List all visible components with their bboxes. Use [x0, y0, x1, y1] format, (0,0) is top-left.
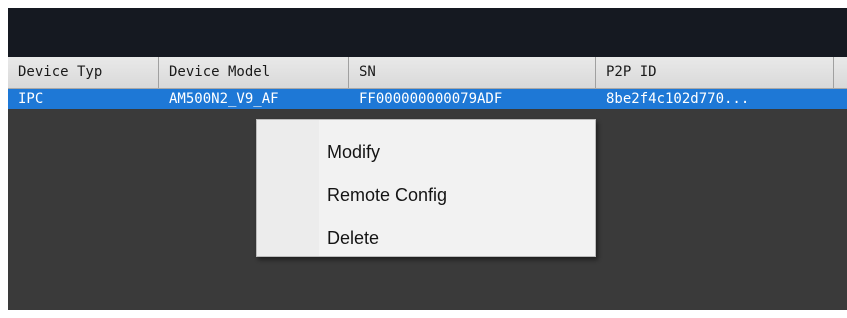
- column-header-sn[interactable]: SN: [349, 57, 596, 88]
- context-menu: Modify Remote Config Delete: [256, 119, 596, 257]
- menu-item-modify[interactable]: Modify: [327, 137, 587, 167]
- cell-device-model: AM500N2_V9_AF: [169, 91, 279, 107]
- menu-item-delete[interactable]: Delete: [327, 223, 587, 253]
- table-row[interactable]: IPC AM500N2_V9_AF FF000000000079ADF 8be2…: [8, 89, 847, 109]
- column-header-device-model[interactable]: Device Model: [159, 57, 349, 88]
- column-header-device-type[interactable]: Device Typ: [8, 57, 159, 88]
- menu-icon-gutter: [257, 120, 319, 256]
- column-header-next[interactable]: [834, 57, 847, 88]
- toolbar-area: [8, 8, 847, 57]
- column-header-p2p-id[interactable]: P2P ID: [596, 57, 834, 88]
- menu-item-remote-config[interactable]: Remote Config: [327, 180, 587, 210]
- cell-device-type: IPC: [18, 91, 44, 107]
- table-header: Device Typ Device Model SN P2P ID: [8, 57, 847, 89]
- cell-sn: FF000000000079ADF: [359, 91, 503, 107]
- cell-p2p-id: 8be2f4c102d770...: [606, 91, 750, 107]
